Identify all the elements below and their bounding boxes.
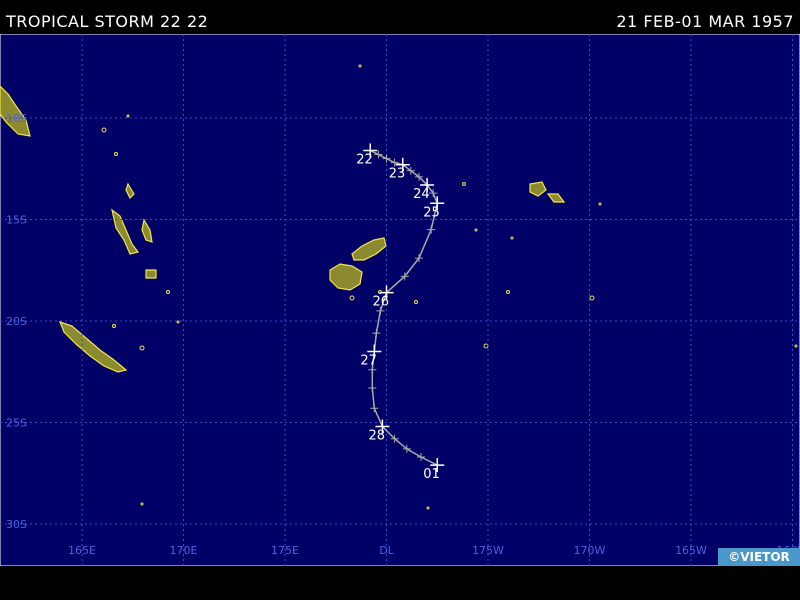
track-map: 165E170E175EDL175W170W165W160W10S15S20S2… — [0, 34, 800, 566]
day-label: 25 — [423, 205, 440, 220]
lon-tick-label: 170W — [574, 544, 606, 557]
day-label: 27 — [360, 353, 377, 368]
day-label: 26 — [373, 295, 390, 310]
land-vanuatu-south — [145, 269, 157, 279]
day-label: 22 — [356, 152, 373, 167]
map-header: TROPICAL STORM 22 22 21 FEB-01 MAR 1957 — [0, 0, 800, 34]
lat-tick-label: 30S — [6, 518, 27, 531]
day-label: 24 — [413, 187, 430, 202]
day-label: 01 — [423, 467, 440, 482]
lon-tick-label: 165E — [68, 544, 96, 557]
lon-tick-label: 175W — [472, 544, 504, 557]
lon-tick-label: 165W — [675, 544, 707, 557]
lon-tick-label: 170E — [170, 544, 198, 557]
storm-date-range: 21 FEB-01 MAR 1957 — [616, 12, 794, 31]
ocean — [0, 34, 800, 566]
lat-tick-label: 20S — [6, 315, 27, 328]
storm-title: TROPICAL STORM 22 22 — [6, 12, 209, 31]
lon-tick-label: 175E — [271, 544, 299, 557]
map-footer — [0, 566, 800, 600]
lat-tick-label: 25S — [6, 417, 27, 430]
day-label: 28 — [368, 429, 385, 444]
lon-tick-label: DL — [379, 544, 394, 557]
credit-label: ©VIETOR — [718, 548, 800, 566]
lat-tick-label: 10S — [6, 112, 27, 125]
lat-tick-label: 15S — [6, 214, 27, 227]
day-label: 23 — [389, 167, 406, 182]
